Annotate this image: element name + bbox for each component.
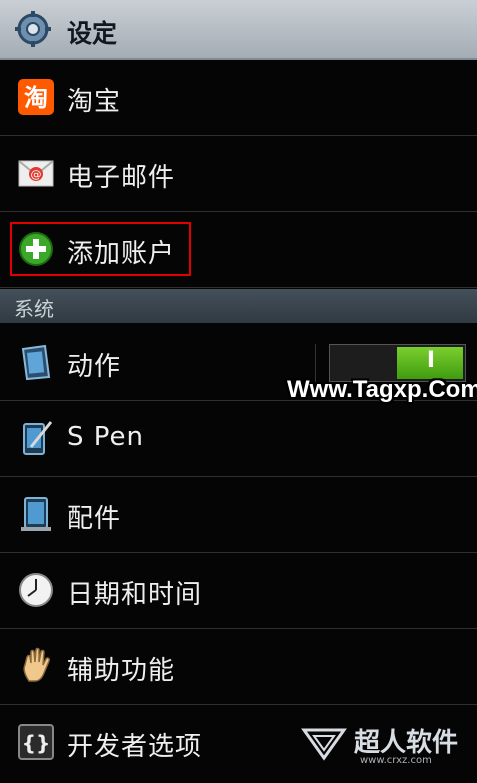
s-pen-label: S Pen <box>67 422 144 452</box>
date-time-label: 日期和时间 <box>67 580 203 610</box>
title-bar: 设定 <box>0 0 477 60</box>
developer-icon: {} <box>18 724 54 760</box>
clock-icon <box>19 573 53 607</box>
page-title: 设定 <box>67 19 118 48</box>
developer-label: 开发者选项 <box>67 732 203 762</box>
section-label: 系统 <box>14 297 54 321</box>
accessory-icon <box>21 497 51 531</box>
list-item-accessibility[interactable]: 辅助功能 <box>0 629 477 705</box>
taobao-icon: 淘 <box>18 79 54 115</box>
toggle-on-label: I <box>426 348 435 373</box>
s-pen-icon <box>23 421 53 455</box>
brand-name: 超人软件 <box>354 728 459 758</box>
brand-watermark: 超人软件 www.crxz.com <box>300 722 470 766</box>
list-item-s-pen[interactable]: S Pen <box>0 401 477 477</box>
svg-text:淘: 淘 <box>24 84 48 112</box>
gear-icon <box>15 11 51 47</box>
svg-text:{}: {} <box>22 731 50 755</box>
svg-text:@: @ <box>31 168 42 181</box>
motion-icon <box>21 344 51 381</box>
list-item-accessory[interactable]: 配件 <box>0 477 477 553</box>
email-icon: @ <box>18 160 54 187</box>
email-label: 电子邮件 <box>67 163 176 193</box>
list-item-email[interactable]: @ 电子邮件 <box>0 136 477 212</box>
brand-url: www.crxz.com <box>360 755 432 766</box>
list-item-taobao[interactable]: 淘 淘宝 <box>0 60 477 136</box>
brand-logo-icon <box>301 728 347 761</box>
taobao-label: 淘宝 <box>67 87 122 117</box>
list-item-date-time[interactable]: 日期和时间 <box>0 553 477 629</box>
motion-label: 动作 <box>67 352 122 382</box>
accessory-label: 配件 <box>67 504 122 534</box>
accessibility-label: 辅助功能 <box>67 656 176 686</box>
watermark: Www.Tagxp.Com <box>287 376 477 403</box>
section-header-system: 系统 <box>0 289 477 323</box>
highlight-box <box>10 222 191 276</box>
hand-icon <box>23 647 50 682</box>
